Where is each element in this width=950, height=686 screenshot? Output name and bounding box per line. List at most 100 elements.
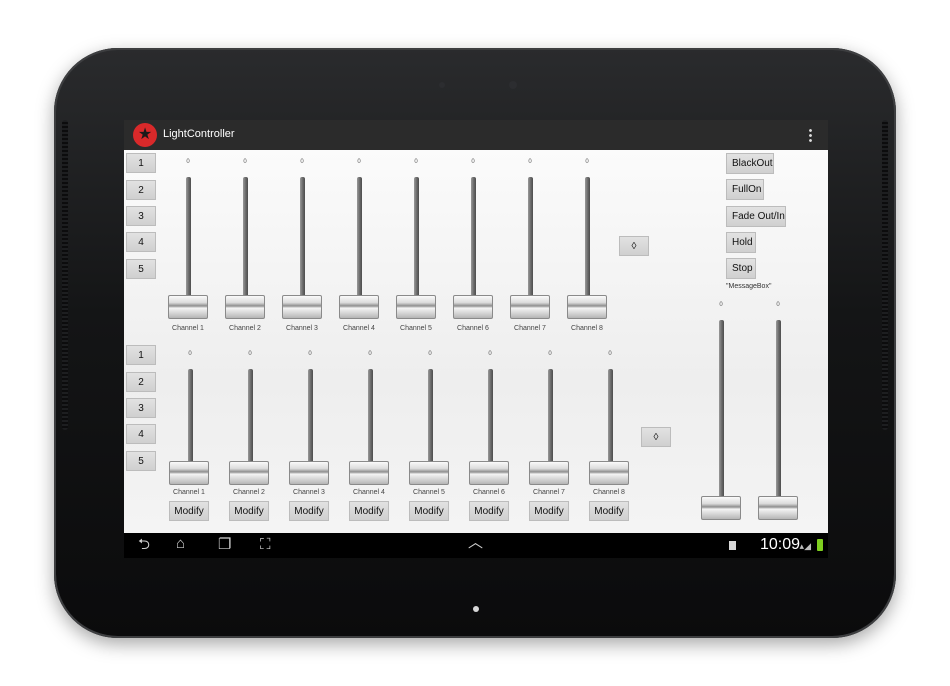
bottom-bank-select-5[interactable]: 5 [126, 451, 156, 471]
top-bank-select-4[interactable]: 4 [126, 232, 156, 252]
status-clock: 10:09 [759, 536, 800, 553]
star-logo-icon[interactable]: ★ [133, 123, 157, 147]
bottom-channel-1-modify-button[interactable]: Modify [169, 501, 209, 521]
bottom-channel-2-label: Channel 2 [233, 489, 265, 496]
bottom-channel-4-knob[interactable] [349, 461, 389, 485]
bottom-channel-2-track[interactable] [248, 369, 253, 469]
bottom-channel-4-value: 0 [368, 351, 372, 357]
top-channel-1-label: Channel 1 [172, 325, 204, 332]
bottom-channel-2-modify-button[interactable]: Modify [229, 501, 269, 521]
top-bank-select-2[interactable]: 2 [126, 180, 156, 200]
bottom-channel-3-knob[interactable] [289, 461, 329, 485]
front-camera [509, 81, 517, 89]
back-icon[interactable]: ⮌ [138, 537, 150, 552]
top-channel-8-track[interactable] [585, 177, 590, 307]
top-channel-3-value: 0 [300, 159, 304, 165]
top-channel-6-label: Channel 6 [457, 325, 489, 332]
blackout-button[interactable]: BlackOut [726, 153, 774, 174]
master-fader-2-value: 0 [776, 302, 780, 308]
bottom-channel-1-track[interactable] [188, 369, 193, 469]
bottom-channel-6-knob[interactable] [469, 461, 509, 485]
battery-icon [817, 539, 823, 551]
bottom-channel-7-knob[interactable] [529, 461, 569, 485]
top-bank-select-3[interactable]: 3 [126, 206, 156, 226]
top-channel-6-value: 0 [471, 159, 475, 165]
top-channel-4-value: 0 [357, 159, 361, 165]
master-fader-1-track[interactable] [719, 320, 724, 505]
action-bar: ★ LightController [124, 120, 828, 150]
bottom-channel-4-label: Channel 4 [353, 489, 385, 496]
bottom-channel-6-modify-button[interactable]: Modify [469, 501, 509, 521]
master-fader-1-knob[interactable] [701, 496, 741, 520]
top-channel-1-knob[interactable] [168, 295, 208, 319]
top-channel-8-label: Channel 8 [571, 325, 603, 332]
bottom-bank-select-1[interactable]: 1 [126, 345, 156, 365]
top-channel-2-track[interactable] [243, 177, 248, 307]
bottom-channel-3-value: 0 [308, 351, 312, 357]
top-channel-1-track[interactable] [186, 177, 191, 307]
top-channel-4-knob[interactable] [339, 295, 379, 319]
master-fader-2-knob[interactable] [758, 496, 798, 520]
top-bank-select-5[interactable]: 5 [126, 259, 156, 279]
overflow-menu-icon[interactable] [809, 128, 812, 142]
top-bank-select-1[interactable]: 1 [126, 153, 156, 173]
chevron-up-icon[interactable]: ︿ [468, 535, 483, 550]
bottom-channel-8-label: Channel 8 [593, 489, 625, 496]
bottom-bank-toggle-button[interactable]: ◊ [641, 427, 671, 447]
bottom-channel-5-track[interactable] [428, 369, 433, 469]
bottom-channel-2-knob[interactable] [229, 461, 269, 485]
fade-out-in-button[interactable]: Fade Out/In [726, 206, 786, 227]
bottom-channel-3-modify-button[interactable]: Modify [289, 501, 329, 521]
sd-card-icon [729, 541, 736, 550]
bottom-channel-5-modify-button[interactable]: Modify [409, 501, 449, 521]
bottom-channel-7-track[interactable] [548, 369, 553, 469]
bottom-channel-4-modify-button[interactable]: Modify [349, 501, 389, 521]
bottom-channel-6-track[interactable] [488, 369, 493, 469]
top-channel-7-track[interactable] [528, 177, 533, 307]
bottom-channel-5-knob[interactable] [409, 461, 449, 485]
bottom-channel-3-track[interactable] [308, 369, 313, 469]
bottom-bank-select-4[interactable]: 4 [126, 424, 156, 444]
signal-icon: ▴◢ [799, 541, 811, 551]
screenshot-icon[interactable]: ⛶ [260, 537, 271, 552]
bottom-channel-1-knob[interactable] [169, 461, 209, 485]
bottom-bank-select-2[interactable]: 2 [126, 372, 156, 392]
bottom-channel-7-label: Channel 7 [533, 489, 565, 496]
home-icon[interactable]: ⌂ [176, 536, 185, 551]
stop-button[interactable]: Stop [726, 258, 756, 279]
top-channel-6-track[interactable] [471, 177, 476, 307]
top-channel-5-value: 0 [414, 159, 418, 165]
recent-apps-icon[interactable]: ❐ [218, 537, 231, 552]
top-channel-3-track[interactable] [300, 177, 305, 307]
top-channel-5-knob[interactable] [396, 295, 436, 319]
bottom-channel-7-modify-button[interactable]: Modify [529, 501, 569, 521]
bottom-channel-2-value: 0 [248, 351, 252, 357]
top-channel-2-value: 0 [243, 159, 247, 165]
bottom-bank-select-3[interactable]: 3 [126, 398, 156, 418]
bottom-channel-1-label: Channel 1 [173, 489, 205, 496]
top-channel-7-label: Channel 7 [514, 325, 546, 332]
top-channel-7-knob[interactable] [510, 295, 550, 319]
app-title: LightController [163, 128, 235, 140]
bottom-channel-8-track[interactable] [608, 369, 613, 469]
right-speaker-grille [882, 120, 888, 430]
bottom-channel-8-knob[interactable] [589, 461, 629, 485]
top-channel-8-knob[interactable] [567, 295, 607, 319]
master-fader-2-track[interactable] [776, 320, 781, 505]
top-channel-4-track[interactable] [357, 177, 362, 307]
bottom-channel-5-value: 0 [428, 351, 432, 357]
top-channel-2-knob[interactable] [225, 295, 265, 319]
screen: ★ LightController 1 2 3 4 5 0 Channel 1 … [124, 120, 828, 558]
top-channel-5-track[interactable] [414, 177, 419, 307]
hold-button[interactable]: Hold [726, 232, 756, 253]
top-channel-2-label: Channel 2 [229, 325, 261, 332]
top-channel-3-knob[interactable] [282, 295, 322, 319]
fullon-button[interactable]: FullOn [726, 179, 764, 200]
bottom-channel-1-value: 0 [188, 351, 192, 357]
bottom-channel-5-label: Channel 5 [413, 489, 445, 496]
bottom-channel-8-modify-button[interactable]: Modify [589, 501, 629, 521]
bottom-channel-4-track[interactable] [368, 369, 373, 469]
top-bank-toggle-button[interactable]: ◊ [619, 236, 649, 256]
top-channel-6-knob[interactable] [453, 295, 493, 319]
top-channel-5-label: Channel 5 [400, 325, 432, 332]
